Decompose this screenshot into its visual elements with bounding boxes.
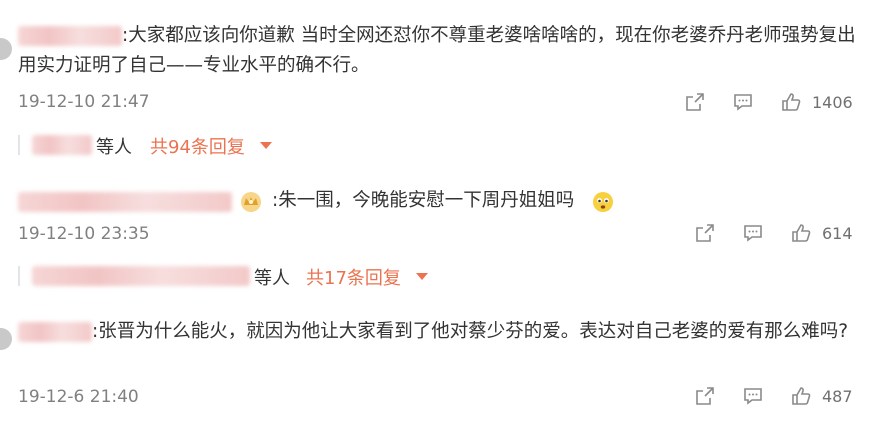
comment-icon[interactable] <box>742 385 764 407</box>
share-icon[interactable] <box>694 385 716 407</box>
comment-timestamp: 19-12-6 21:40 <box>18 387 139 407</box>
like-count: 487 <box>822 387 853 406</box>
comment-text: :张晋为什么能火，就因为他让大家看到了他对蔡少芬的爱。表达对自己老婆的爱有那么难… <box>92 321 849 342</box>
avatar[interactable] <box>0 328 12 350</box>
comment-3: :张晋为什么能火，就因为他让大家看到了他对蔡少芬的爱。表达对自己老婆的爱有那么难… <box>0 0 872 423</box>
comment-actions: 487 <box>690 385 870 411</box>
thumbs-up-icon[interactable] <box>790 385 812 407</box>
